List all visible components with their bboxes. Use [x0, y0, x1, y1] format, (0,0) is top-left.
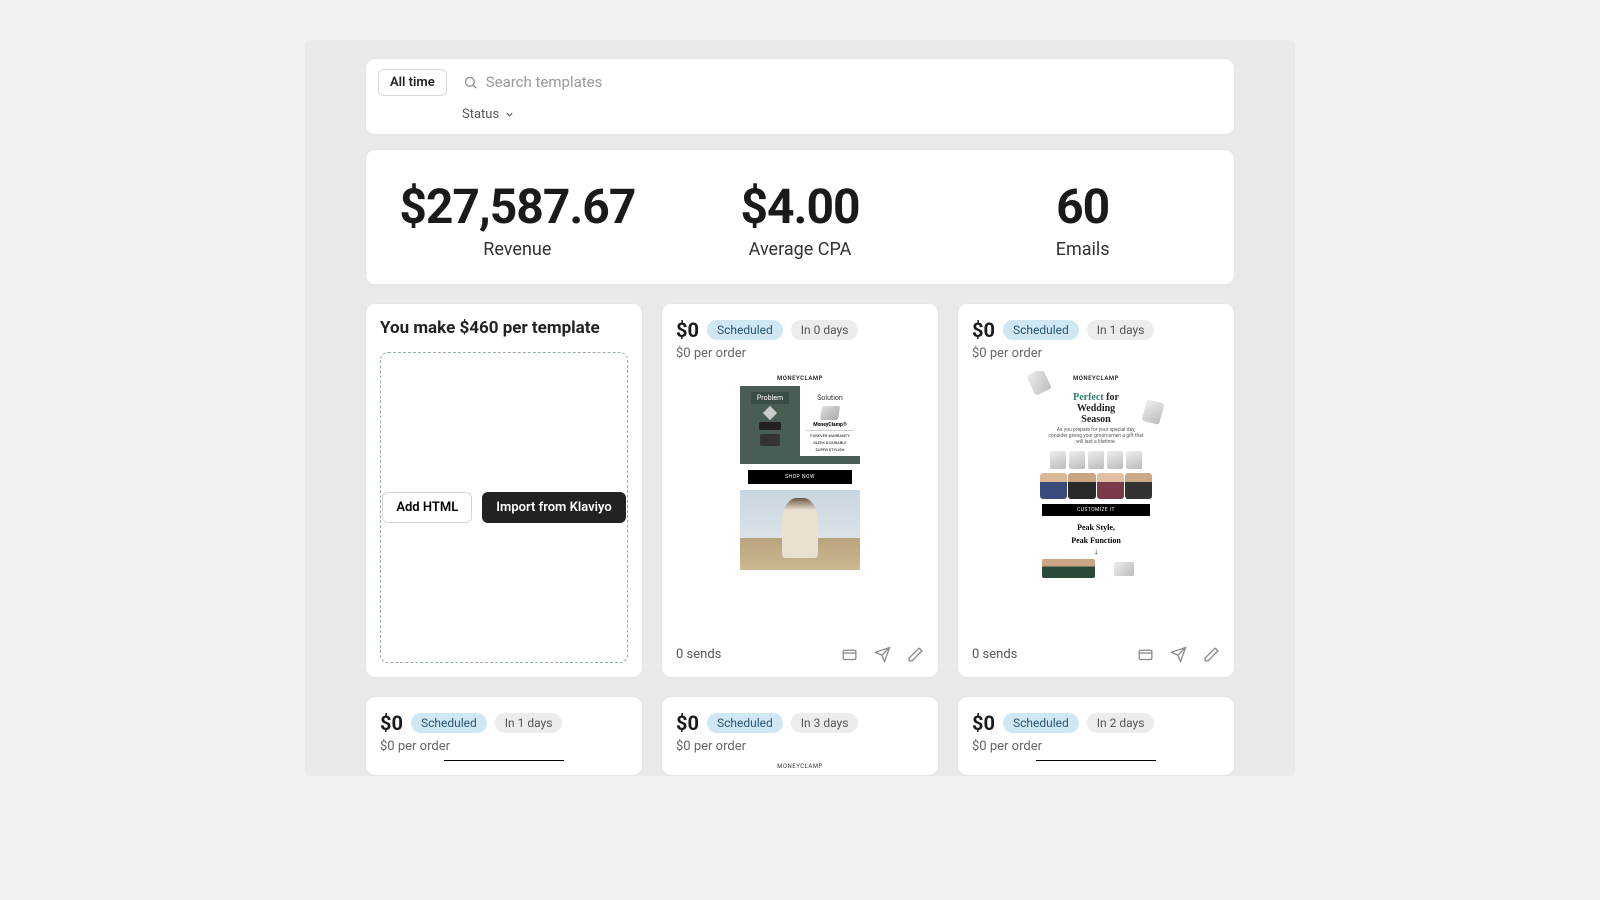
cpa-label: Average CPA — [659, 239, 942, 260]
create-template-card: You make $460 per template Add HTML Impo… — [365, 303, 643, 678]
revenue-label: Revenue — [376, 239, 659, 260]
search-icon — [463, 75, 478, 90]
customize-button: CUSTOMIZE IT — [1042, 504, 1150, 516]
preview-logo: MONEYCLAMP — [740, 371, 860, 386]
status-badge: Scheduled — [707, 713, 783, 733]
search-input[interactable] — [486, 73, 1218, 91]
per-order-text: $0 per order — [972, 739, 1220, 754]
search-field[interactable] — [459, 67, 1222, 97]
stats-panel: $27,587.67 Revenue $4.00 Average CPA 60 … — [365, 149, 1235, 285]
days-badge: In 1 days — [1087, 320, 1155, 340]
status-dropdown[interactable]: Status — [456, 103, 521, 126]
card-amount: $0 — [676, 318, 699, 342]
status-badge: Scheduled — [707, 320, 783, 340]
solution-tab: Solution — [811, 392, 849, 404]
card-amount: $0 — [972, 318, 995, 342]
status-badge: Scheduled — [411, 713, 487, 733]
sends-count: 0 sends — [676, 647, 721, 662]
per-order-text: $0 per order — [676, 739, 924, 754]
cpa-value: $4.00 — [659, 178, 942, 235]
add-html-button[interactable]: Add HTML — [382, 492, 472, 523]
days-badge: In 3 days — [791, 713, 859, 733]
per-order-text: $0 per order — [380, 739, 628, 754]
send-icon[interactable] — [1170, 646, 1187, 663]
edit-icon[interactable] — [907, 646, 924, 663]
emails-label: Emails — [941, 239, 1224, 260]
problem-tab: Problem — [751, 392, 789, 404]
chevron-down-icon — [504, 109, 515, 120]
template-card[interactable]: $0 Scheduled In 0 days $0 per order MONE… — [661, 303, 939, 678]
email-preview: MONEYCLAMP Problem Solution MoneyClamp® … — [676, 371, 924, 636]
filter-bar: All time Status — [365, 58, 1235, 135]
status-label: Status — [462, 107, 499, 122]
email-preview — [444, 760, 564, 761]
edit-icon[interactable] — [1203, 646, 1220, 663]
shop-now-button: SHOP NOW — [748, 470, 852, 484]
status-badge: Scheduled — [1003, 713, 1079, 733]
per-order-text: $0 per order — [972, 346, 1220, 361]
per-order-text: $0 per order — [676, 346, 924, 361]
revenue-value: $27,587.67 — [376, 178, 659, 235]
template-card[interactable]: $0 Scheduled In 2 days $0 per order — [957, 696, 1235, 776]
template-card[interactable]: $0 Scheduled In 1 days $0 per order — [365, 696, 643, 776]
dropzone[interactable]: Add HTML Import from Klaviyo — [380, 352, 628, 663]
card-icon[interactable] — [1137, 646, 1154, 663]
template-card[interactable]: $0 Scheduled In 1 days $0 per order MONE… — [957, 303, 1235, 678]
sends-count: 0 sends — [972, 647, 1017, 662]
days-badge: In 0 days — [791, 320, 859, 340]
card-amount: $0 — [972, 711, 995, 735]
status-badge: Scheduled — [1003, 320, 1079, 340]
card-amount: $0 — [380, 711, 403, 735]
stat-revenue: $27,587.67 Revenue — [376, 178, 659, 260]
time-range-pill[interactable]: All time — [378, 69, 447, 96]
card-amount: $0 — [676, 711, 699, 735]
email-preview: MONEYCLAMP — [740, 760, 860, 770]
emails-value: 60 — [941, 178, 1224, 235]
import-klaviyo-button[interactable]: Import from Klaviyo — [482, 492, 625, 523]
days-badge: In 1 days — [495, 713, 563, 733]
card-icon[interactable] — [841, 646, 858, 663]
template-card[interactable]: $0 Scheduled In 3 days $0 per order MONE… — [661, 696, 939, 776]
stat-cpa: $4.00 Average CPA — [659, 178, 942, 260]
preview-logo: MONEYCLAMP — [1036, 371, 1156, 386]
send-icon[interactable] — [874, 646, 891, 663]
email-preview: MONEYCLAMP Perfect for Wedding Season As… — [972, 371, 1220, 636]
email-preview — [1036, 760, 1156, 761]
days-badge: In 2 days — [1087, 713, 1155, 733]
stat-emails: 60 Emails — [941, 178, 1224, 260]
create-card-title: You make $460 per template — [380, 318, 628, 338]
